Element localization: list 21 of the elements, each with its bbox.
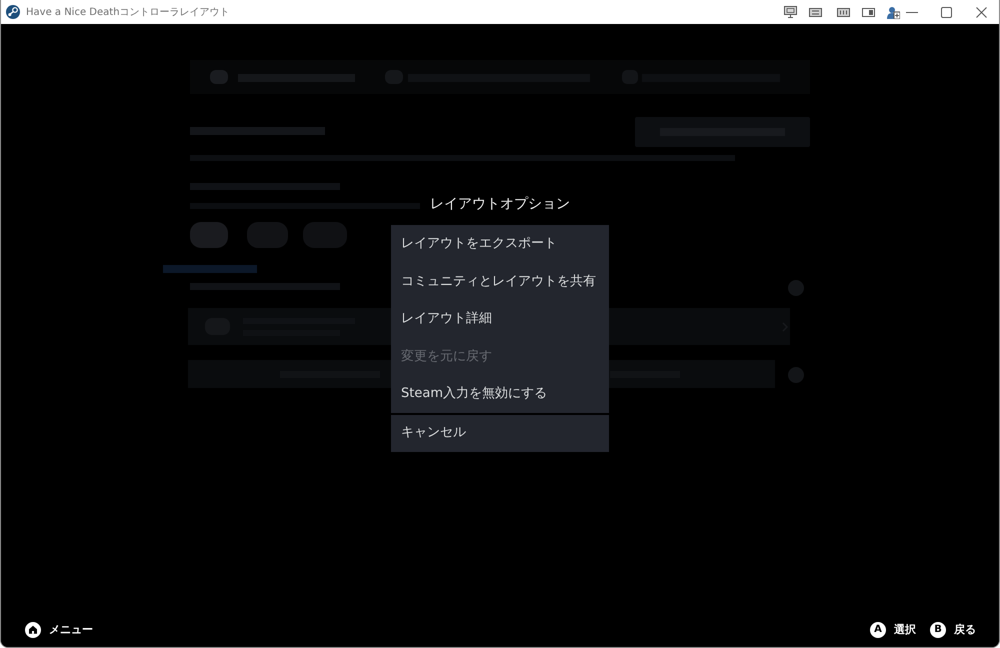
home-icon[interactable] xyxy=(25,622,41,638)
grid-rectangle-icon[interactable] xyxy=(809,8,822,16)
controller-button-glyph[interactable]: A xyxy=(870,622,886,638)
grid-rectangle-icon[interactable] xyxy=(837,8,850,16)
display-icon[interactable] xyxy=(784,6,797,18)
hint-label: 戻る xyxy=(954,622,976,638)
app-logo-icon xyxy=(6,5,20,19)
menu-item[interactable]: レイアウト詳細 xyxy=(391,300,609,338)
menu-item[interactable]: Steam入力を無効にする xyxy=(391,375,609,412)
split-rectangle-icon[interactable] xyxy=(862,8,875,16)
hint-label: 選択 xyxy=(894,622,916,638)
user-badge-icon[interactable] xyxy=(887,6,900,18)
maximize-icon[interactable] xyxy=(941,6,952,18)
close-icon[interactable] xyxy=(976,6,987,18)
hint-label: メニュー xyxy=(49,622,93,638)
menu-item[interactable]: レイアウトをエクスポート xyxy=(391,225,609,262)
menu-item[interactable]: コミュニティとレイアウトを共有 xyxy=(391,262,609,300)
window-title: Have a Nice Deathコントローラレイアウト xyxy=(26,6,230,20)
menu-item[interactable]: キャンセル xyxy=(391,414,609,452)
dialog-title: レイアウトオプション xyxy=(430,195,570,214)
controller-button-glyph[interactable]: B xyxy=(930,622,946,638)
